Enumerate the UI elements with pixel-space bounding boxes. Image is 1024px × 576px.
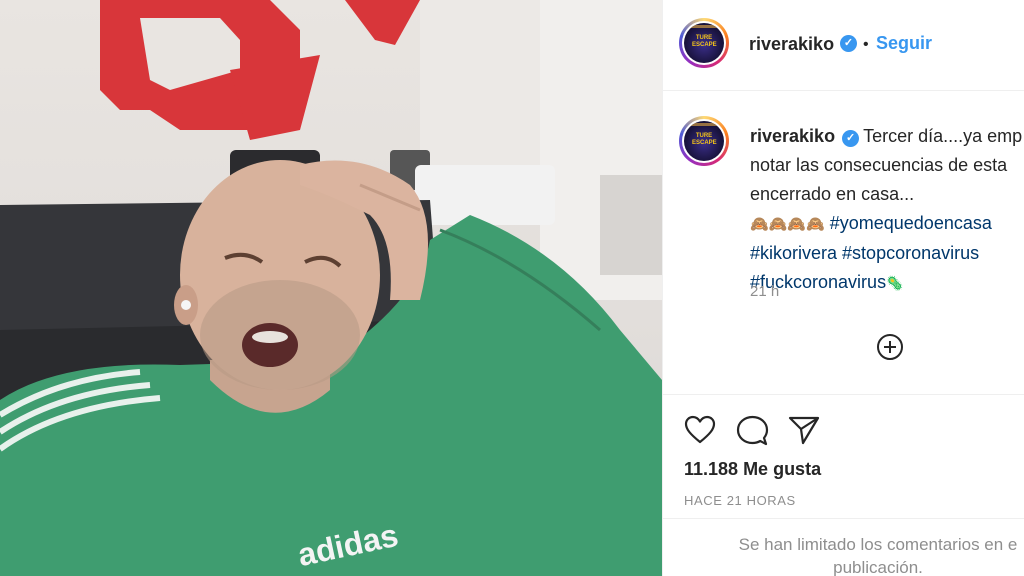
earphone [181,300,191,310]
verified-badge-icon: ✓ [840,35,857,52]
paper-plane-icon[interactable] [788,415,820,445]
verified-badge-icon: ✓ [842,130,860,147]
caption-text-3: encerrado en casa... [750,184,915,204]
caption-line-4: 🙈🙈🙈🙈 #yomequedoencasa [750,209,1024,239]
caption-line-1: riverakiko ✓ Tercer día....ya emp [750,122,1024,151]
wall-frame [600,175,662,275]
caption-avatar[interactable]: TURE ESCAPE [679,116,729,166]
post-photo-illustration: adidas [0,0,662,576]
avatar[interactable]: TURE ESCAPE [679,18,729,68]
comment-bubble-icon[interactable] [736,415,769,447]
hashtag-link[interactable]: #yomequedoencasa [830,213,992,233]
comments-limited-line-2: publicación. [833,558,923,576]
like-count[interactable]: 11.188 Me gusta [684,459,821,480]
separator-dot: • [863,36,869,53]
caption-emojis: 🙈🙈🙈🙈 [750,216,825,233]
follow-button[interactable]: Seguir [876,33,932,54]
header-username[interactable]: riverakiko [749,34,834,55]
caption-text-2: notar las consecuencias de esta [750,155,1008,175]
post-side-panel: TURE ESCAPE riverakiko ✓ • Seguir TURE E… [663,0,1024,576]
avatar-image: TURE ESCAPE [684,121,724,161]
caption-end-emoji: 🦠 [886,275,904,291]
comments-limited-line-1: Se han limitado los comentarios en e [738,535,1018,554]
avatar-deco [688,25,720,28]
teeth [252,331,288,343]
actions-divider [663,394,1024,395]
caption-username[interactable]: riverakiko [750,126,835,146]
wall-logo-shape-3 [345,0,420,45]
post-photo[interactable]: adidas [0,0,662,576]
caption-text-1: Tercer día....ya emp [863,126,1023,146]
comments-divider [663,518,1024,519]
post-timestamp[interactable]: HACE 21 HORAS [684,493,796,508]
mouth [242,323,298,367]
avatar-image: TURE ESCAPE [684,23,724,63]
caption-line-6: #fuckcoronavirus🦠 [750,268,1024,298]
avatar-text: TURE ESCAPE [692,133,717,146]
heart-icon[interactable] [684,415,716,445]
caption-line-5: #kikorivera #stopcoronavirus [750,239,1024,268]
avatar-text: TURE ESCAPE [692,35,717,48]
avatar-deco [688,123,720,126]
caption-time[interactable]: 21 h [750,283,779,300]
post-header: TURE ESCAPE riverakiko ✓ • Seguir [663,0,1024,91]
plus-circle-icon[interactable] [877,334,903,360]
comments-limited-notice: Se han limitado los comentarios en e pub… [693,533,1024,576]
post-caption: riverakiko ✓ Tercer día....ya emp notar l… [750,122,1024,298]
hashtag-link[interactable]: #kikorivera [750,243,837,263]
hashtag-link[interactable]: #stopcoronavirus [842,243,979,263]
box [415,165,555,225]
